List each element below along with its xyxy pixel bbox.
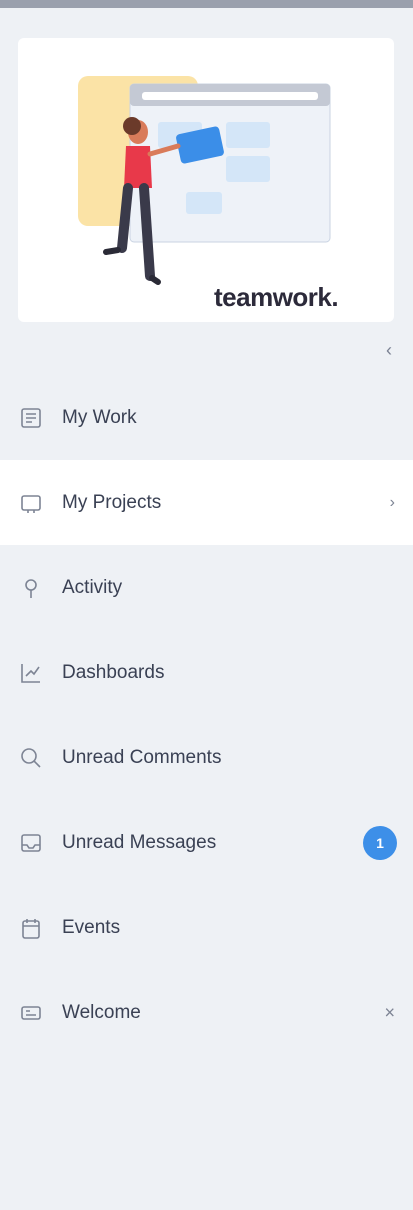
sidebar: teamwork. ‹ My Work My Projects › Activi… — [0, 0, 413, 1210]
close-icon[interactable]: × — [384, 1002, 395, 1023]
sidebar-item-label: Welcome — [62, 1001, 141, 1023]
folder-icon — [18, 490, 44, 516]
unread-count-badge: 1 — [363, 825, 397, 860]
teamwork-logo-text: teamwork. — [214, 282, 339, 312]
inbox-icon — [18, 830, 44, 856]
teamwork-banner: teamwork. — [18, 38, 394, 322]
sidebar-item-unread-messages[interactable]: Unread Messages 1 — [0, 800, 413, 885]
chevron-right-icon: › — [389, 493, 395, 511]
sidebar-item-label: My Work — [62, 406, 137, 428]
sidebar-item-welcome[interactable]: Welcome × — [0, 970, 413, 1055]
sidebar-item-label: Events — [62, 916, 121, 938]
calendar-icon — [18, 915, 44, 941]
sidebar-item-activity[interactable]: Activity — [0, 545, 413, 630]
collapse-sidebar-button[interactable]: ‹ — [377, 338, 401, 362]
welcome-icon — [18, 1000, 44, 1026]
sidebar-item-events[interactable]: Events — [0, 885, 413, 970]
comments-icon — [18, 745, 44, 771]
sidebar-item-label: Dashboards — [62, 661, 165, 683]
sidebar-item-unread-comments[interactable]: Unread Comments — [0, 715, 413, 800]
dashboard-icon — [18, 660, 44, 686]
sidebar-item-label: Unread Messages — [62, 831, 217, 853]
sidebar-item-label: Unread Comments — [62, 746, 222, 768]
sidebar-item-my-projects[interactable]: My Projects › — [0, 460, 413, 545]
sidebar-item-dashboards[interactable]: Dashboards — [0, 630, 413, 715]
my-work-icon — [18, 405, 44, 431]
pin-icon — [18, 575, 44, 601]
sidebar-nav: My Work My Projects › Activity Dashboard… — [0, 375, 413, 1055]
chevron-left-icon: ‹ — [386, 339, 392, 360]
banner-illustration — [78, 76, 331, 285]
sidebar-item-label: My Projects — [62, 491, 162, 513]
sidebar-item-my-work[interactable]: My Work — [0, 375, 413, 460]
sidebar-item-label: Activity — [62, 576, 123, 598]
